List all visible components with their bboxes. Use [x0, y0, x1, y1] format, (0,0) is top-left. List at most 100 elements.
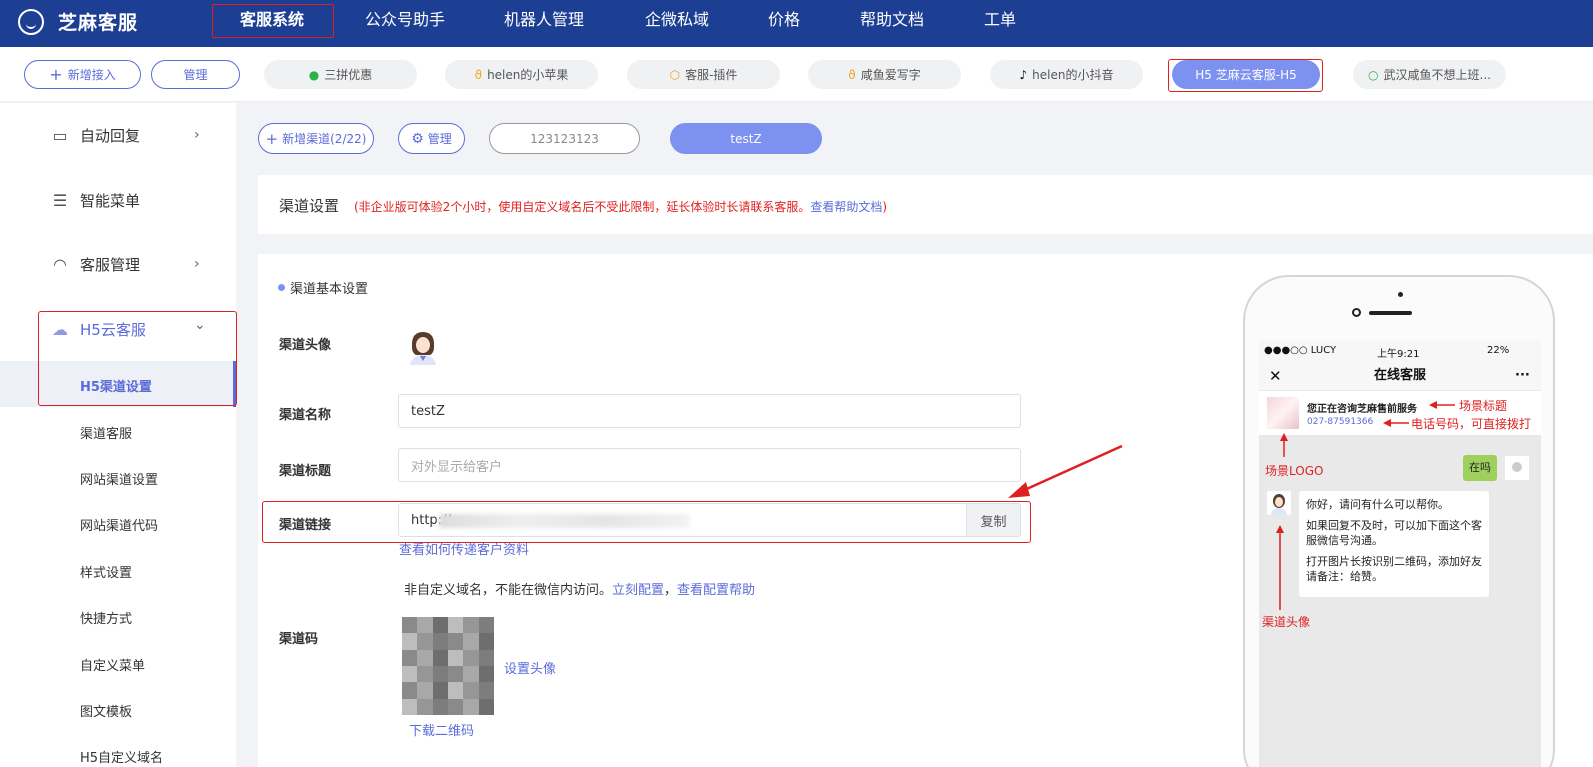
highlight-box-h5-account	[1168, 59, 1323, 92]
wechat-icon: ○	[1368, 67, 1379, 82]
config-help-link[interactable]: 查看配置帮助	[677, 583, 755, 598]
account-label: 客服-插件	[685, 68, 738, 82]
pass-customer-info-link[interactable]: 查看如何传递客户资料	[399, 539, 529, 558]
qr-cell	[463, 682, 479, 699]
qr-cell	[432, 698, 448, 715]
sidebar-subitem-channel-service[interactable]: 渠道客服	[80, 423, 132, 442]
note-comma: ，	[664, 583, 678, 598]
sidebar-item-label: 自动回复	[80, 126, 141, 145]
channel-name-input[interactable]: testZ	[398, 394, 1021, 428]
nav-tab-help[interactable]: 帮助文档	[852, 0, 932, 47]
top-navigation: 芝麻客服 客服系统 公众号助手 机器人管理 企微私域 价格 帮助文档 工单	[0, 0, 1593, 47]
qr-cell	[432, 666, 448, 683]
sidebar-subitem-h5-custom-domain[interactable]: H5自定义域名	[80, 747, 163, 766]
account-label: helen的小苹果	[487, 68, 569, 82]
status-time: 上午9:21	[1377, 349, 1420, 360]
mini-program-icon: ϑ	[848, 67, 856, 82]
phone-camera	[1398, 292, 1403, 297]
qr-cell	[402, 698, 418, 715]
sidebar-subitem-website-channel-code[interactable]: 网站渠道代码	[80, 515, 158, 534]
set-avatar-link[interactable]: 设置头像	[504, 658, 556, 677]
channel-settings-notice: 渠道设置 (非企业版可体验2个小时，使用自定义域名后不受此限制，延长体验时长请联…	[258, 175, 1593, 234]
headset-icon: ◠	[53, 254, 67, 274]
account-label: helen的小抖音	[1032, 68, 1114, 82]
qr-cell	[478, 633, 494, 650]
channel-title-label: 渠道标题	[279, 464, 332, 479]
account-label: 武汉咸鱼不想上班...	[1383, 68, 1491, 82]
close-icon: ✕	[1269, 367, 1282, 385]
account-label: 三拼优惠	[324, 68, 373, 82]
add-channel-button[interactable]: + 新增渠道(2/22)	[258, 123, 374, 154]
channel-tab-testz[interactable]: testZ	[670, 123, 822, 154]
account-tab-plugin[interactable]: ⬡ 客服-插件	[627, 60, 780, 89]
channel-avatar-image[interactable]	[406, 329, 440, 365]
qr-cell	[417, 617, 433, 634]
qr-cell	[402, 633, 418, 650]
brand-logo[interactable]: 芝麻客服	[18, 8, 138, 35]
brand-name: 芝麻客服	[58, 12, 139, 34]
sidebar-subitem-style-settings[interactable]: 样式设置	[80, 562, 132, 581]
nav-tab-official-account[interactable]: 公众号助手	[355, 0, 455, 47]
nav-tab-robot[interactable]: 机器人管理	[494, 0, 594, 47]
channel-title-input[interactable]: 对外显示给客户	[398, 448, 1021, 482]
account-tab-helen-douyin[interactable]: ♪ helen的小抖音	[990, 60, 1143, 89]
avatar-label: 渠道头像	[279, 338, 332, 353]
sidebar-item-smart-menu[interactable]: ☰ 智能菜单	[0, 178, 236, 222]
qr-cell	[432, 633, 448, 650]
qr-cell	[478, 698, 494, 715]
qr-cell	[447, 682, 464, 699]
sidebar-subitem-article-template[interactable]: 图文模板	[80, 701, 132, 720]
account-tab-xianyu[interactable]: ϑ 咸鱼爱写字	[808, 60, 961, 89]
more-icon: ···	[1515, 368, 1530, 383]
phone-title: 在线客服	[1373, 368, 1426, 383]
sidebar-subitem-custom-menu[interactable]: 自定义菜单	[80, 655, 145, 674]
account-tab-sanpin[interactable]: ● 三拼优惠	[264, 60, 417, 89]
sidebar-subitem-shortcuts[interactable]: 快捷方式	[80, 608, 132, 627]
qr-cell	[432, 617, 448, 634]
sidebar-item-auto-reply[interactable]: ▭ 自动回复 ›	[0, 113, 236, 157]
nav-tab-service-system[interactable]: 客服系统	[212, 0, 334, 47]
user-message-bubble: 在吗	[1463, 455, 1497, 481]
plus-icon: +	[265, 129, 279, 148]
account-tab-helen-apple[interactable]: ϑ helen的小苹果	[445, 60, 598, 89]
qr-cell	[417, 666, 433, 683]
qr-cell	[463, 633, 479, 650]
manage-channels-button[interactable]: ⚙ 管理	[398, 123, 465, 154]
bullet-dot	[278, 284, 285, 291]
phone-title-bar: ✕ 在线客服 ···	[1259, 362, 1541, 390]
highlight-box-channel-link	[262, 501, 1031, 543]
sidebar-subitem-website-channel-settings[interactable]: 网站渠道设置	[80, 469, 158, 488]
configure-now-link[interactable]: 立刻配置	[612, 583, 664, 598]
manage-accounts-button[interactable]: 管理	[151, 60, 240, 89]
domain-note-text: 非自定义域名，不能在微信内访问。	[404, 583, 613, 598]
mini-program-icon: ϑ	[474, 67, 483, 82]
nav-tab-ticket[interactable]: 工单	[980, 0, 1020, 47]
sidebar: ▭ 自动回复 › ☰ 智能菜单 ◠ 客服管理 › ☁ H5云客服 ⌄ H5渠道设…	[0, 103, 236, 767]
help-doc-link[interactable]: 查看帮助文档	[810, 200, 882, 214]
qr-cell	[432, 682, 448, 699]
qr-cell	[463, 666, 479, 683]
logo-icon	[18, 8, 44, 35]
qr-cell	[432, 649, 448, 666]
sidebar-item-service-management[interactable]: ◠ 客服管理 ›	[0, 242, 236, 286]
download-qr-link[interactable]: 下载二维码	[409, 720, 474, 739]
nav-tab-price[interactable]: 价格	[758, 0, 810, 47]
chevron-right-icon: ›	[194, 256, 200, 272]
qr-cell	[402, 649, 418, 666]
domain-note: 非自定义域名，不能在微信内访问。立刻配置，查看配置帮助	[404, 579, 755, 598]
qr-cell	[417, 649, 433, 666]
qr-cell	[417, 698, 433, 715]
channel-tab-123123123[interactable]: 123123123	[489, 123, 640, 154]
manage-label: 管理	[427, 132, 452, 146]
account-tab-wuhan[interactable]: ○ 武汉咸鱼不想上班...	[1353, 60, 1506, 89]
annotation-arrows	[1276, 401, 1455, 610]
battery-text: 22%	[1487, 345, 1510, 356]
qr-cell	[478, 617, 494, 634]
nav-tab-wecom[interactable]: 企微私域	[632, 0, 722, 47]
qr-cell	[402, 666, 418, 683]
account-label: 咸鱼爱写字	[860, 68, 921, 82]
list-icon: ☰	[52, 190, 68, 210]
channel-qr-code	[402, 617, 494, 715]
add-access-button[interactable]: + 新增接入	[24, 60, 141, 89]
sidebar-item-label: 智能菜单	[80, 191, 141, 210]
